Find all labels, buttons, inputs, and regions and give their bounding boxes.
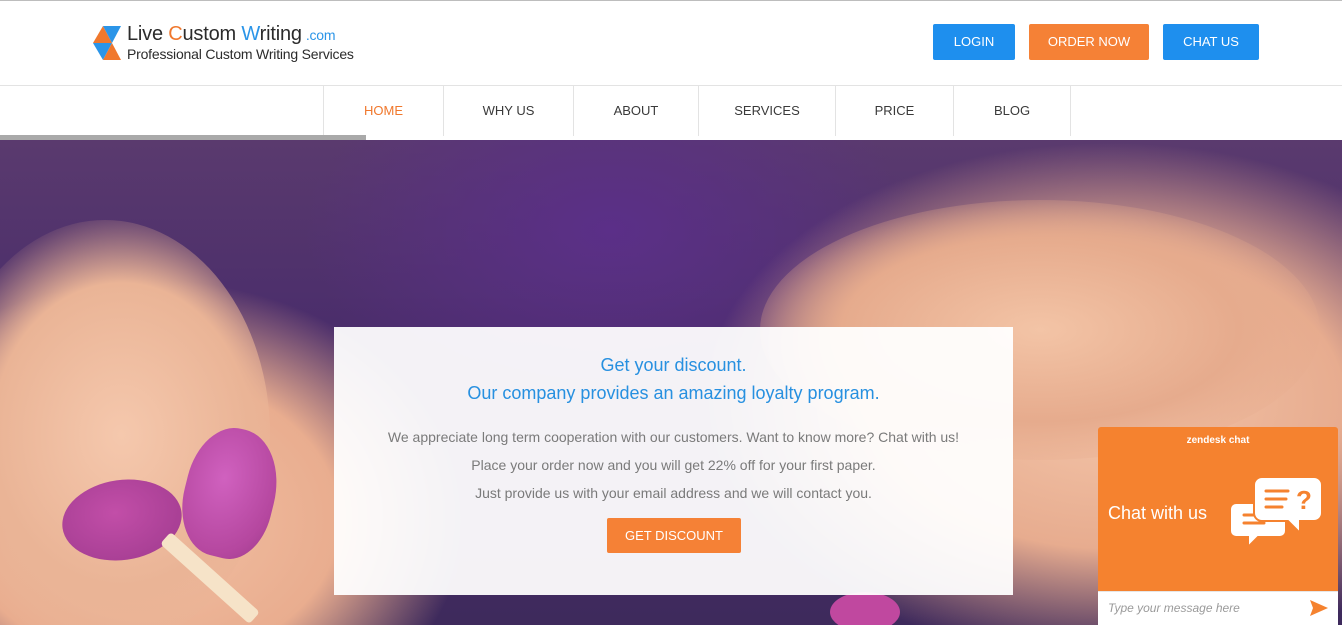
main-nav: HOME WHY US ABOUT SERVICES PRICE BLOG	[0, 86, 1342, 136]
send-icon[interactable]	[1310, 600, 1328, 616]
nav-items: HOME WHY US ABOUT SERVICES PRICE BLOG	[323, 86, 1071, 136]
chat-brand-label: zendesk chat	[1186, 435, 1250, 446]
logo-domain: .com	[305, 27, 336, 43]
hero-image-finger-left	[0, 220, 270, 625]
chat-title[interactable]: Chat with us	[1108, 503, 1207, 524]
logo-mark-icon	[93, 26, 121, 60]
slider-progress-bar	[0, 135, 366, 140]
order-now-button[interactable]: ORDER NOW	[1029, 24, 1149, 60]
site-header: Live Custom Writing .com Professional Cus…	[0, 1, 1342, 86]
logo-title: Live Custom Writing .com	[127, 23, 336, 45]
svg-text:?: ?	[1296, 485, 1312, 515]
nav-item-blog[interactable]: BLOG	[954, 86, 1071, 136]
discount-card: Get your discount. Our company provides …	[334, 327, 1013, 595]
logo-tagline: Professional Custom Writing Services	[127, 46, 354, 62]
login-button[interactable]: LOGIN	[933, 24, 1015, 60]
nav-item-why-us[interactable]: WHY US	[444, 86, 574, 136]
discount-text-line: Place your order now and you will get 22…	[471, 457, 876, 473]
discount-text-line: We appreciate long term cooperation with…	[387, 429, 960, 445]
discount-subheading: Our company provides an amazing loyalty …	[467, 383, 880, 403]
chat-bubbles-icon: ?	[1230, 476, 1323, 550]
nav-item-price[interactable]: PRICE	[836, 86, 954, 136]
nav-item-about[interactable]: ABOUT	[574, 86, 699, 136]
get-discount-button[interactable]: GET DISCOUNT	[607, 518, 741, 553]
chat-us-button[interactable]: CHAT US	[1163, 24, 1259, 60]
nav-item-home[interactable]: HOME	[324, 86, 444, 136]
discount-heading: Get your discount.	[600, 355, 747, 375]
nav-item-services[interactable]: SERVICES	[699, 86, 836, 136]
hero-image-nail	[830, 592, 900, 625]
zendesk-chat-widget[interactable]: zendesk chat Chat with us ? Type your me…	[1098, 427, 1338, 625]
chat-message-input[interactable]: Type your message here	[1108, 601, 1240, 615]
chat-input-row: Type your message here	[1098, 591, 1338, 625]
site-logo[interactable]: Live Custom Writing .com Professional Cus…	[93, 23, 383, 64]
discount-text-line: Just provide us with your email address …	[475, 485, 872, 501]
